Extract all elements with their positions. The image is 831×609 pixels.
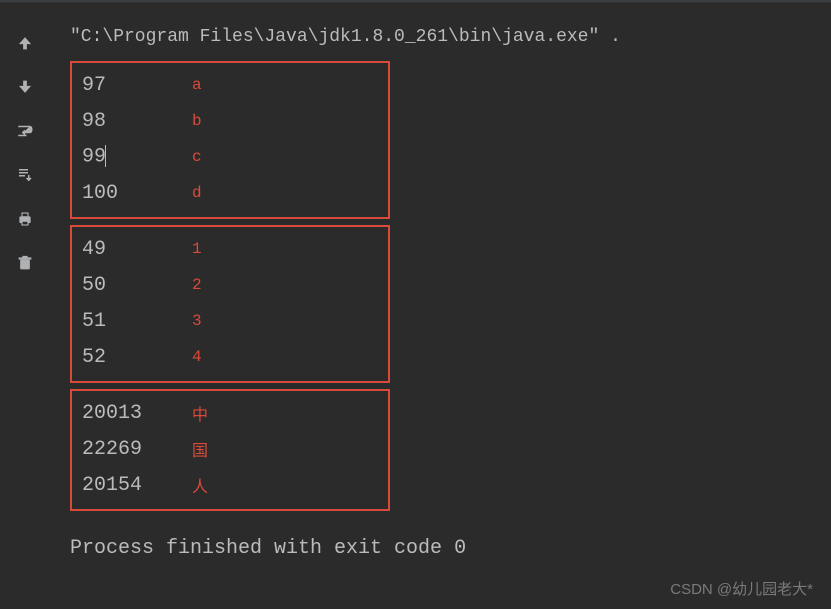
output-group: 20013中22269国20154人 bbox=[70, 389, 390, 511]
output-annotation: a bbox=[192, 76, 202, 94]
output-annotation: 2 bbox=[192, 276, 202, 294]
output-number: 97 bbox=[82, 74, 192, 97]
output-row: 100d bbox=[82, 175, 378, 211]
output-row: 98b bbox=[82, 103, 378, 139]
output-number: 52 bbox=[82, 346, 192, 369]
down-arrow-icon[interactable] bbox=[15, 77, 35, 97]
output-group: 97a98b99c100d bbox=[70, 61, 390, 219]
output-group: 491502513524 bbox=[70, 225, 390, 383]
output-annotation: 国 bbox=[192, 437, 208, 461]
exit-message: Process finished with exit code 0 bbox=[70, 537, 811, 560]
up-arrow-icon[interactable] bbox=[15, 33, 35, 53]
text-cursor bbox=[105, 145, 106, 167]
output-row: 97a bbox=[82, 67, 378, 103]
watermark: CSDN @幼儿园老大* bbox=[670, 578, 813, 599]
output-number: 50 bbox=[82, 274, 192, 297]
output-annotation: 人 bbox=[192, 473, 208, 497]
output-row: 20013中 bbox=[82, 395, 378, 431]
output-annotation: 1 bbox=[192, 240, 202, 258]
output-row: 524 bbox=[82, 339, 378, 375]
soft-wrap-icon[interactable] bbox=[15, 121, 35, 141]
output-row: 513 bbox=[82, 303, 378, 339]
output-annotation: c bbox=[192, 148, 202, 166]
output-row: 22269国 bbox=[82, 431, 378, 467]
output-row: 20154人 bbox=[82, 467, 378, 503]
output-annotation: 3 bbox=[192, 312, 202, 330]
output-annotation: 4 bbox=[192, 348, 202, 366]
trash-icon[interactable] bbox=[15, 253, 35, 273]
output-number: 100 bbox=[82, 182, 192, 205]
output-row: 491 bbox=[82, 231, 378, 267]
output-row: 502 bbox=[82, 267, 378, 303]
output-number: 99 bbox=[82, 145, 192, 168]
output-number: 22269 bbox=[82, 438, 192, 461]
output-number: 20013 bbox=[82, 402, 192, 425]
output-annotation: d bbox=[192, 184, 202, 202]
main-area: "C:\Program Files\Java\jdk1.8.0_261\bin\… bbox=[0, 3, 831, 609]
command-line: "C:\Program Files\Java\jdk1.8.0_261\bin\… bbox=[70, 27, 811, 47]
print-icon[interactable] bbox=[15, 209, 35, 229]
output-annotation: 中 bbox=[192, 401, 208, 425]
output-annotation: b bbox=[192, 112, 202, 130]
output-number: 49 bbox=[82, 238, 192, 261]
output-number: 98 bbox=[82, 110, 192, 133]
scroll-end-icon[interactable] bbox=[15, 165, 35, 185]
output-row: 99c bbox=[82, 139, 378, 175]
output-number: 51 bbox=[82, 310, 192, 333]
output-number: 20154 bbox=[82, 474, 192, 497]
console-toolbar bbox=[0, 3, 50, 609]
console-output[interactable]: "C:\Program Files\Java\jdk1.8.0_261\bin\… bbox=[50, 3, 831, 609]
